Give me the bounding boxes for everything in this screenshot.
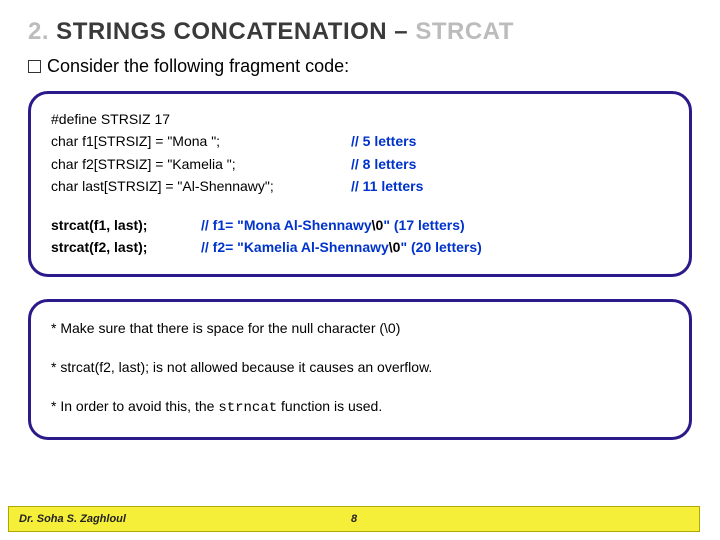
code-right (351, 108, 669, 130)
code-line: strcat(f2, last); // f2= "Kamelia Al-She… (51, 236, 669, 258)
code-line: char f2[STRSIZ] = "Kamelia "; // 8 lette… (51, 153, 669, 175)
code-comment: // f2= "Kamelia Al-Shennawy\0" (20 lette… (201, 236, 669, 258)
bullet-checkbox (28, 60, 41, 73)
title-strcat: STRCAT (415, 18, 514, 45)
code-comment: // f1= "Mona Al-Shennawy\0" (17 letters) (201, 214, 669, 236)
code-left: strcat(f2, last); (51, 236, 201, 258)
code-comment: // 11 letters (351, 175, 669, 197)
code-line: char last[STRSIZ] = "Al-Shennawy"; // 11… (51, 175, 669, 197)
code-left: char last[STRSIZ] = "Al-Shennawy"; (51, 175, 351, 197)
title-main: STRINGS CONCATENATION – (49, 18, 415, 45)
code-left: char f1[STRSIZ] = "Mona "; (51, 130, 351, 152)
code-inline: strncat (218, 400, 277, 416)
notes-box: * Make sure that there is space for the … (28, 299, 692, 440)
title-number: 2. (28, 18, 49, 45)
slide: 2. STRINGS CONCATENATION – STRCAT Consid… (0, 0, 720, 540)
footer-bar: Dr. Soha S. Zaghloul 8 (8, 506, 700, 532)
note-line: * In order to avoid this, the strncat fu… (51, 396, 669, 419)
slide-title: 2. STRINGS CONCATENATION – STRCAT (28, 18, 692, 46)
code-line: char f1[STRSIZ] = "Mona "; // 5 letters (51, 130, 669, 152)
code-line: strcat(f1, last); // f1= "Mona Al-Shenna… (51, 214, 669, 236)
code-left: strcat(f1, last); (51, 214, 201, 236)
code-line: #define STRSIZ 17 (51, 108, 669, 130)
subtitle-text: Consider the following fragment code: (47, 56, 349, 76)
footer: Dr. Soha S. Zaghloul 8 (0, 506, 720, 532)
code-comment: // 5 letters (351, 130, 669, 152)
note-line: * Make sure that there is space for the … (51, 318, 669, 339)
code-box: #define STRSIZ 17 char f1[STRSIZ] = "Mon… (28, 91, 692, 277)
subtitle: Consider the following fragment code: (28, 56, 692, 77)
code-left: char f2[STRSIZ] = "Kamelia "; (51, 153, 351, 175)
code-left: #define STRSIZ 17 (51, 108, 351, 130)
note-line: * strcat(f2, last); is not allowed becau… (51, 357, 669, 378)
code-comment: // 8 letters (351, 153, 669, 175)
footer-page-number: 8 (351, 513, 357, 525)
footer-author: Dr. Soha S. Zaghloul (9, 513, 126, 525)
